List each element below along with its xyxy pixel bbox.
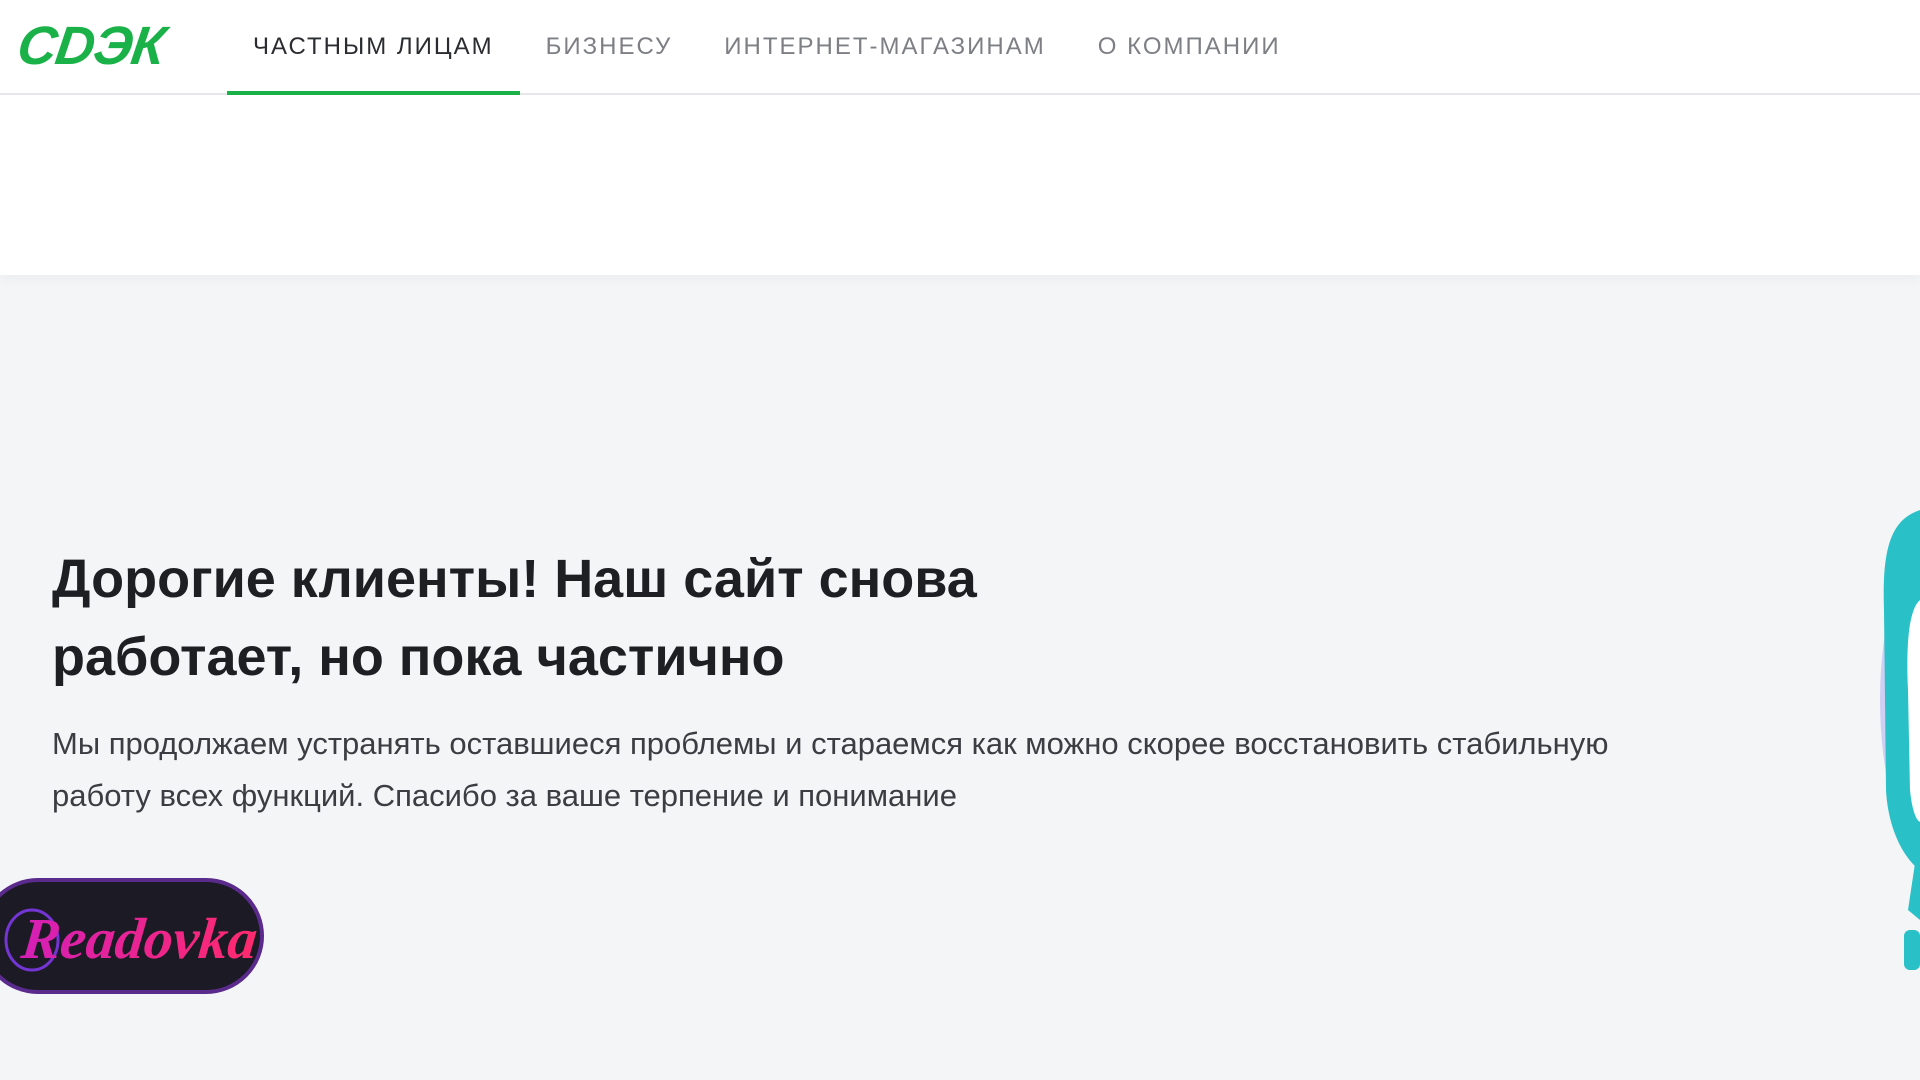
nav-item-about-company[interactable]: О КОМПАНИИ bbox=[1072, 0, 1307, 93]
nav-item-private-persons[interactable]: ЧАСТНЫМ ЛИЦАМ bbox=[227, 0, 520, 95]
notice-description: Мы продолжаем устранять оставшиеся пробл… bbox=[52, 726, 1609, 813]
notice-title: Дорогие клиенты! Наш сайт снова работает… bbox=[52, 549, 977, 687]
nav-item-online-stores[interactable]: ИНТЕРНЕТ-МАГАЗИНАМ bbox=[698, 0, 1071, 93]
cdek-logo[interactable]: СDЭК bbox=[14, 16, 168, 76]
readovka-watermark-logo: Readovka bbox=[0, 878, 264, 994]
top-navigation-bar: СDЭК ЧАСТНЫМ ЛИЦАМ БИЗНЕСУ ИНТЕРНЕТ-МАГА… bbox=[0, 0, 1920, 95]
character-illustration-fragment bbox=[1860, 490, 1920, 1010]
main-navigation: ЧАСТНЫМ ЛИЦАМ БИЗНЕСУ ИНТЕРНЕТ-МАГАЗИНАМ… bbox=[227, 0, 1307, 95]
nav-item-business[interactable]: БИЗНЕСУ bbox=[520, 0, 699, 93]
svg-text:Readovka: Readovka bbox=[18, 906, 260, 971]
header-spacer-band bbox=[0, 95, 1920, 275]
page: СDЭК ЧАСТНЫМ ЛИЦАМ БИЗНЕСУ ИНТЕРНЕТ-МАГА… bbox=[0, 0, 1920, 1080]
